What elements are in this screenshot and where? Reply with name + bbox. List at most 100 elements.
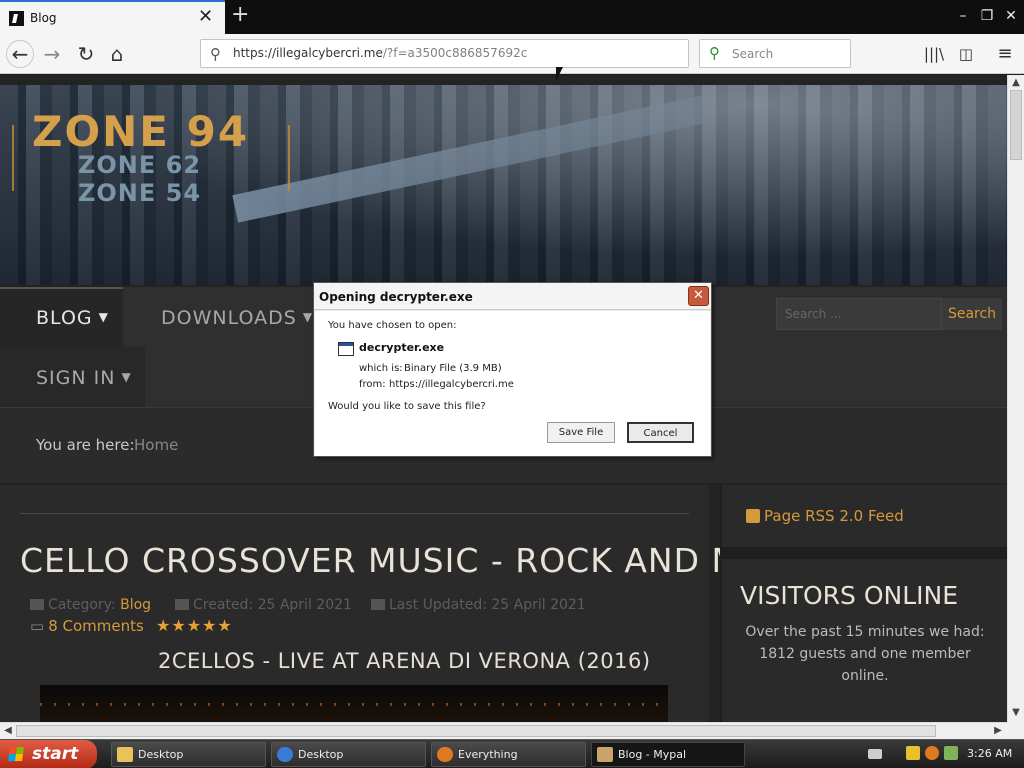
article-created: Created: 25 April 2021 xyxy=(175,597,352,613)
forward-button[interactable]: → xyxy=(38,40,66,68)
task-label: Everything xyxy=(458,748,518,761)
category-label: Category: xyxy=(48,597,116,613)
save-file-button[interactable]: Save File xyxy=(547,422,615,443)
back-button[interactable]: ← xyxy=(6,40,34,68)
dialog-intro: You have chosen to open: xyxy=(328,320,457,331)
horizontal-scrollbar[interactable]: ◀ ▶ xyxy=(0,722,1007,739)
executable-file-icon xyxy=(338,342,354,356)
dialog-close-button[interactable]: ✕ xyxy=(688,286,709,306)
scroll-down-icon[interactable]: ▼ xyxy=(1008,705,1024,721)
url-text[interactable]: https://illegalcybercri.me/?f=a3500c8868… xyxy=(233,46,527,60)
chevron-down-icon: ▼ xyxy=(98,310,109,324)
chevron-down-icon: ▼ xyxy=(302,310,314,324)
folder-icon xyxy=(30,599,44,610)
site-search-input[interactable]: Search ... xyxy=(776,298,942,330)
tab-bar: Blog ✕ + – ❐ ✕ xyxy=(0,0,1024,34)
created-date: Created: 25 April 2021 xyxy=(193,597,352,613)
dialog-title: Opening decrypter.exe xyxy=(319,290,473,304)
article-content: CELLO CROSSOVER MUSIC - ROCK AND METAL C… xyxy=(0,485,823,722)
comments-link[interactable]: ▭ 8 Comments xyxy=(30,617,144,635)
horizontal-scroll-thumb[interactable] xyxy=(16,725,936,737)
magnifier-icon[interactable] xyxy=(925,746,939,760)
url-path: /?f=a3500c886857692c xyxy=(382,46,528,60)
menu-blog-label: BLOG xyxy=(36,307,93,329)
breadcrumb-label: You are here: xyxy=(36,436,135,454)
menu-icon[interactable]: ≡ xyxy=(993,42,1017,66)
keyboard-icon[interactable] xyxy=(868,749,882,759)
menu-downloads-label: DOWNLOADS xyxy=(161,307,297,329)
dialog-which-is-value: Binary File (3.9 MB) xyxy=(404,363,502,374)
site-favicon-icon xyxy=(9,11,24,26)
task-desktop-explorer[interactable]: Desktop xyxy=(111,742,266,767)
new-tab-button[interactable]: + xyxy=(231,3,249,27)
calendar-icon xyxy=(175,599,189,610)
breadcrumb-home-link[interactable]: Home xyxy=(134,436,178,454)
visitors-title: VISITORS ONLINE xyxy=(740,581,959,610)
minimize-button[interactable]: – xyxy=(952,6,974,26)
shield-icon[interactable] xyxy=(906,746,920,760)
scroll-right-icon[interactable]: ▶ xyxy=(990,723,1006,739)
start-button[interactable]: start xyxy=(0,740,97,768)
site-search-button[interactable]: Search xyxy=(942,298,1002,330)
library-icon[interactable]: |||\ xyxy=(922,42,946,66)
menu-item-blog[interactable]: BLOG ▼ xyxy=(36,307,109,329)
task-label: Desktop xyxy=(298,748,344,761)
sidebar-icon[interactable]: ◫ xyxy=(954,42,978,66)
chevron-down-icon: ▼ xyxy=(121,370,132,384)
menu-item-sign-in[interactable]: SIGN IN ▼ xyxy=(36,367,132,389)
logo-zone-94[interactable]: ZONE 94 xyxy=(32,107,249,156)
rss-feed-link[interactable]: Page RSS 2.0 Feed xyxy=(764,507,904,525)
logo-zone-54: ZONE 54 xyxy=(78,179,202,207)
system-tray: 3:26 AM xyxy=(862,742,1024,767)
task-blog-mypal[interactable]: Blog - Mypal xyxy=(591,742,745,767)
dialog-from-value: https://illegalcybercri.me xyxy=(389,379,514,390)
search-engine-icon: ⚲ xyxy=(709,44,720,62)
clock[interactable]: 3:26 AM xyxy=(967,747,1012,760)
vertical-scroll-thumb[interactable] xyxy=(1010,90,1022,160)
folder-icon xyxy=(117,747,133,762)
tab-blog[interactable]: Blog ✕ xyxy=(0,0,225,34)
divider xyxy=(20,513,689,514)
menu-item-downloads[interactable]: DOWNLOADS ▼ xyxy=(161,307,313,329)
reload-button[interactable]: ↻ xyxy=(72,40,100,68)
mypal-browser-icon xyxy=(597,747,613,762)
cancel-button[interactable]: Cancel xyxy=(627,422,694,443)
network-icon[interactable] xyxy=(944,746,958,760)
article-category: Category: Blog xyxy=(30,597,151,613)
restore-button[interactable]: ❐ xyxy=(976,6,998,26)
updated-date: Last Updated: 25 April 2021 xyxy=(389,597,586,613)
rating-stars[interactable]: ★★★★★ xyxy=(156,616,233,635)
rss-box: Page RSS 2.0 Feed xyxy=(722,485,1007,547)
taskbar: start Desktop Desktop Everything Blog - … xyxy=(0,739,1024,768)
url-host: https://illegalcybercri.me xyxy=(233,46,383,60)
mouse-cursor-icon xyxy=(556,67,563,81)
visitors-box: VISITORS ONLINE Over the past 15 minutes… xyxy=(722,559,1007,722)
scroll-up-icon[interactable]: ▲ xyxy=(1008,75,1024,91)
tab-close-icon[interactable]: ✕ xyxy=(198,8,213,26)
article-updated: Last Updated: 25 April 2021 xyxy=(371,597,586,613)
dialog-file-name: decrypter.exe xyxy=(359,341,445,354)
dialog-question: Would you like to save this file? xyxy=(328,401,486,412)
scroll-left-icon[interactable]: ◀ xyxy=(0,723,16,739)
site-search-placeholder: Search ... xyxy=(785,307,842,321)
task-desktop-ie[interactable]: Desktop xyxy=(271,742,426,767)
category-link[interactable]: Blog xyxy=(120,597,151,613)
menu-sign-in-label: SIGN IN xyxy=(36,367,116,389)
window-close-button[interactable]: ✕ xyxy=(1000,6,1022,26)
task-everything[interactable]: Everything xyxy=(431,742,586,767)
dialog-titlebar[interactable]: Opening decrypter.exe ✕ xyxy=(314,283,711,310)
internet-explorer-icon xyxy=(277,747,293,762)
tab-title: Blog xyxy=(30,11,57,25)
rss-icon xyxy=(746,509,760,523)
vertical-scrollbar[interactable]: ▲ ▼ xyxy=(1007,75,1024,722)
browser-search-box[interactable]: ⚲ Search xyxy=(699,39,851,68)
article-title[interactable]: CELLO CROSSOVER MUSIC - ROCK AND METAL xyxy=(20,541,824,580)
browser-search-placeholder: Search xyxy=(732,47,774,61)
url-bar[interactable]: ⚲ https://illegalcybercri.me/?f=a3500c88… xyxy=(200,39,689,68)
home-button[interactable]: ⌂ xyxy=(103,40,131,68)
sidebar: Page RSS 2.0 Feed VISITORS ONLINE Over t… xyxy=(720,485,1007,722)
scroll-corner xyxy=(1007,722,1024,739)
task-label: Desktop xyxy=(138,748,184,761)
video-player[interactable] xyxy=(40,685,668,722)
video-title: 2CELLOS - LIVE AT ARENA DI VERONA (2016) xyxy=(158,649,651,673)
